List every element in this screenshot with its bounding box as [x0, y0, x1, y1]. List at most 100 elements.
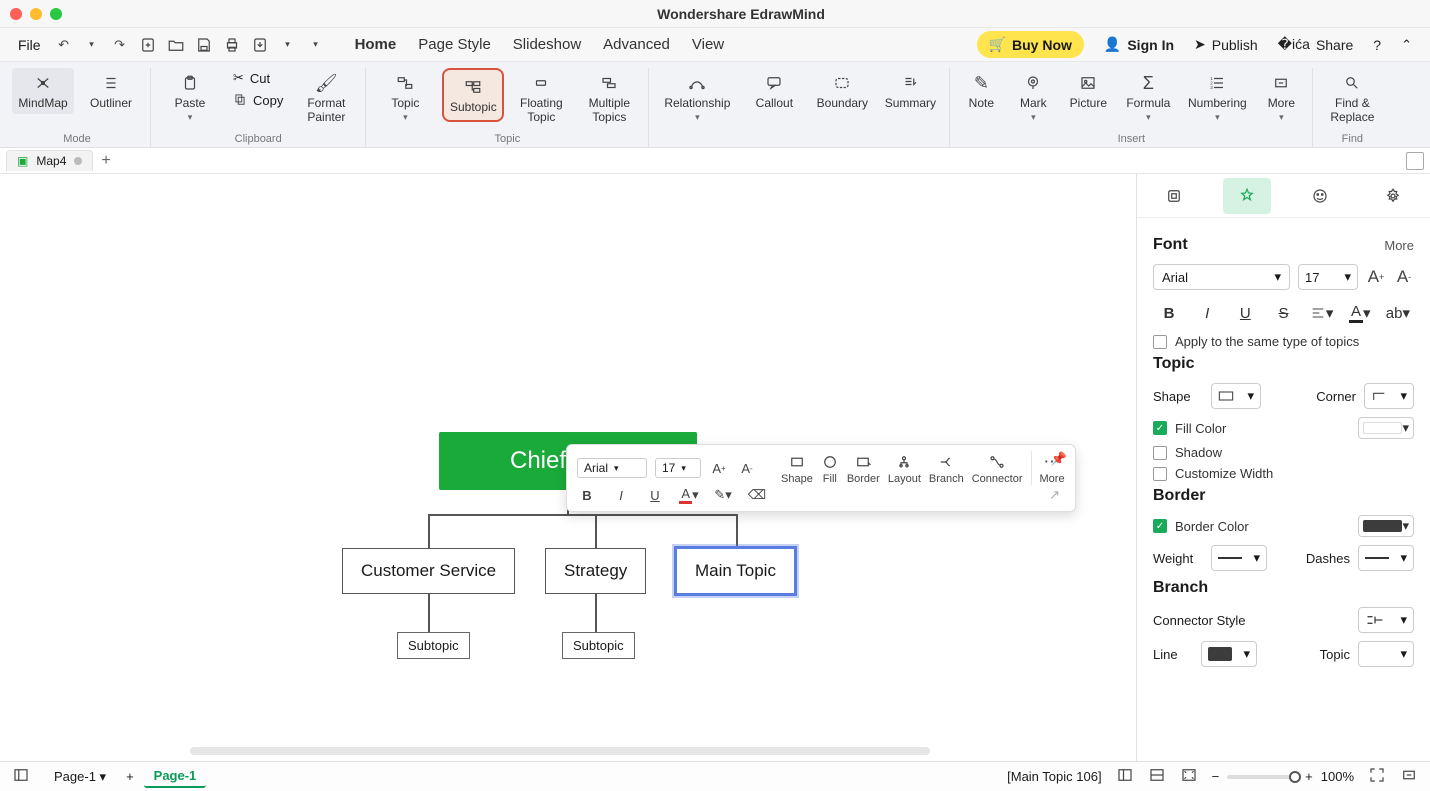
increase-font-icon[interactable]: A+: [709, 458, 729, 478]
canvas-area[interactable]: Chief Mark Customer Service Strategy Mai…: [0, 174, 1136, 761]
document-tab[interactable]: ▣ Map4: [6, 150, 93, 171]
highlight-button[interactable]: ✎▾: [713, 485, 733, 505]
undo-dropdown-icon[interactable]: ▾: [83, 36, 101, 54]
weight-select[interactable]: ▾: [1211, 545, 1267, 571]
font-more-link[interactable]: More: [1384, 238, 1414, 253]
open-icon[interactable]: [167, 36, 185, 54]
tab-advanced[interactable]: Advanced: [603, 36, 670, 53]
view-mode-2-icon[interactable]: [1148, 766, 1166, 787]
collapse-panel-icon[interactable]: [1400, 766, 1418, 787]
font-family-select[interactable]: Arial▾: [1153, 264, 1290, 290]
line-color-select[interactable]: ▾: [1201, 641, 1257, 667]
new-tab-button[interactable]: +: [101, 152, 110, 170]
toggle-sidepanel-button[interactable]: [1406, 152, 1424, 170]
publish-button[interactable]: ➤Publish: [1194, 36, 1258, 53]
shadow-checkbox[interactable]: Shadow: [1153, 445, 1414, 460]
add-page-button[interactable]: +: [126, 769, 134, 784]
outliner-mode-button[interactable]: Outliner: [80, 68, 142, 114]
tab-home[interactable]: Home: [355, 36, 397, 53]
export-icon[interactable]: [251, 36, 269, 54]
boundary-button[interactable]: Boundary: [811, 68, 873, 114]
underline-button[interactable]: U: [1229, 298, 1261, 328]
numbering-button[interactable]: 123Numbering▾: [1182, 68, 1252, 127]
context-connector-button[interactable]: Connector: [972, 452, 1023, 485]
close-icon[interactable]: [10, 8, 22, 20]
tab-page-style[interactable]: Page Style: [418, 36, 491, 53]
zoom-out-button[interactable]: −: [1212, 769, 1220, 784]
save-icon[interactable]: [195, 36, 213, 54]
copy-button[interactable]: Copy: [227, 90, 289, 111]
summary-button[interactable]: Summary: [879, 68, 941, 114]
minimize-icon[interactable]: [30, 8, 42, 20]
font-size-select[interactable]: 17▾: [1298, 264, 1358, 290]
main-topic-node[interactable]: Strategy: [545, 548, 646, 594]
font-color-button[interactable]: A▾: [1344, 298, 1376, 328]
formula-button[interactable]: ΣFormula▾: [1120, 68, 1176, 127]
collapse-ribbon-icon[interactable]: ⌃: [1401, 37, 1412, 53]
text-case-button[interactable]: ab▾: [1382, 298, 1414, 328]
fullscreen-icon[interactable]: [1368, 766, 1386, 787]
clear-format-button[interactable]: ⌫: [747, 485, 767, 505]
pin-toolbar-icon[interactable]: 📌: [1049, 449, 1069, 469]
outline-toggle-icon[interactable]: [12, 766, 30, 787]
dashes-select[interactable]: ▾: [1358, 545, 1414, 571]
context-layout-button[interactable]: Layout: [888, 452, 921, 485]
cut-button[interactable]: ✂Cut: [227, 68, 289, 88]
subtopic-button[interactable]: Subtopic: [442, 68, 504, 122]
tab-slideshow[interactable]: Slideshow: [513, 36, 581, 53]
fill-color-checkbox[interactable]: ✓Fill Color▾: [1153, 417, 1414, 439]
mindmap-mode-button[interactable]: MindMap: [12, 68, 74, 114]
relationship-button[interactable]: Relationship▾: [657, 68, 737, 127]
floating-topic-button[interactable]: Floating Topic: [510, 68, 572, 129]
main-topic-node-selected[interactable]: Main Topic: [674, 546, 797, 596]
bold-button[interactable]: B: [1153, 298, 1185, 328]
main-topic-node[interactable]: Customer Service: [342, 548, 515, 594]
callout-button[interactable]: Callout: [743, 68, 805, 114]
topic-button[interactable]: Topic▾: [374, 68, 436, 127]
subtopic-node[interactable]: Subtopic: [397, 632, 470, 659]
context-fill-button[interactable]: Fill: [821, 452, 839, 485]
fill-color-swatch[interactable]: ▾: [1358, 417, 1414, 439]
insert-more-button[interactable]: More▾: [1258, 68, 1304, 127]
page-tab-active[interactable]: Page-1: [144, 765, 207, 788]
format-painter-button[interactable]: 🖌Format Painter: [295, 68, 357, 129]
border-color-swatch[interactable]: ▾: [1358, 515, 1414, 537]
shape-select[interactable]: ▾: [1211, 383, 1261, 409]
horizontal-scrollbar[interactable]: [190, 747, 930, 755]
zoom-in-button[interactable]: +: [1305, 769, 1313, 784]
increase-font-button[interactable]: A+: [1366, 267, 1386, 287]
new-doc-icon[interactable]: [139, 36, 157, 54]
corner-select[interactable]: ▾: [1364, 383, 1414, 409]
page-selector[interactable]: Page-1 ▾: [44, 766, 116, 788]
fit-page-icon[interactable]: [1180, 766, 1198, 787]
italic-button[interactable]: I: [1191, 298, 1223, 328]
strikethrough-button[interactable]: S: [1267, 298, 1299, 328]
subtopic-node[interactable]: Subtopic: [562, 632, 635, 659]
picture-button[interactable]: Picture: [1062, 68, 1114, 114]
context-shape-button[interactable]: Shape: [781, 452, 813, 485]
context-border-button[interactable]: Border: [847, 452, 880, 485]
mark-button[interactable]: Mark▾: [1010, 68, 1056, 127]
export-dropdown-icon[interactable]: ▾: [279, 36, 297, 54]
sign-in-button[interactable]: 👤Sign In: [1104, 36, 1174, 53]
italic-button[interactable]: I: [611, 485, 631, 505]
bold-button[interactable]: B: [577, 485, 597, 505]
panel-tab-style[interactable]: [1223, 178, 1271, 214]
undo-icon[interactable]: ↶: [55, 36, 73, 54]
decrease-font-icon[interactable]: A-: [737, 458, 757, 478]
view-mode-1-icon[interactable]: [1116, 766, 1134, 787]
context-font-select[interactable]: Arial▾: [577, 458, 647, 478]
font-color-button[interactable]: A▾: [679, 485, 699, 505]
decrease-font-button[interactable]: A-: [1394, 267, 1414, 287]
apply-same-type-checkbox[interactable]: Apply to the same type of topics: [1153, 334, 1414, 349]
underline-button[interactable]: U: [645, 485, 665, 505]
multiple-topics-button[interactable]: Multiple Topics: [578, 68, 640, 129]
context-size-select[interactable]: 17▾: [655, 458, 701, 478]
panel-tab-clipart[interactable]: [1369, 178, 1417, 214]
share-button[interactable]: �ićaShare: [1278, 36, 1354, 53]
zoom-slider[interactable]: [1227, 775, 1297, 779]
branch-topic-select[interactable]: ▾: [1358, 641, 1414, 667]
panel-tab-icon[interactable]: [1296, 178, 1344, 214]
print-icon[interactable]: [223, 36, 241, 54]
note-button[interactable]: ✎Note: [958, 68, 1004, 114]
